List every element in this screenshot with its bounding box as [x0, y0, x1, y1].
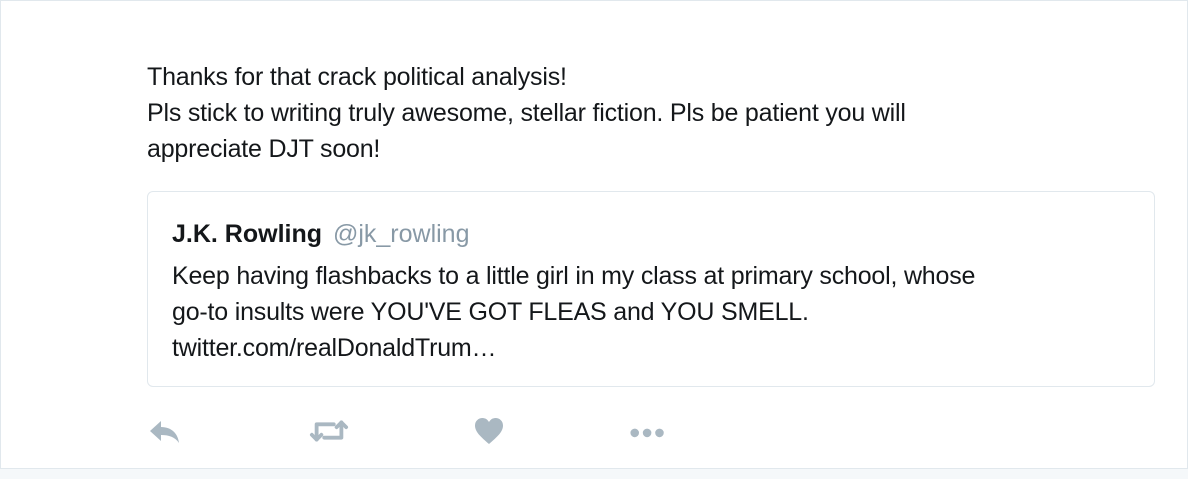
quoted-tweet[interactable]: J.K. Rowling @jk_rowling Keep having fla…	[147, 191, 1155, 387]
tweet-card: Thanks for that crack political analysis…	[0, 0, 1188, 469]
quoted-author-handle[interactable]: @jk_rowling	[333, 220, 470, 248]
retweet-button[interactable]	[309, 413, 349, 449]
tweet-text: Thanks for that crack political analysis…	[147, 59, 1107, 167]
quoted-text-line: go-to insults were YOU'VE GOT FLEAS and …	[172, 298, 809, 326]
tweet-text-line: Pls stick to writing truly awesome, stel…	[147, 99, 906, 127]
reply-icon	[150, 421, 179, 443]
quoted-author-name[interactable]: J.K. Rowling	[172, 220, 322, 248]
reply-button[interactable]	[147, 413, 187, 449]
like-button[interactable]	[473, 413, 513, 449]
retweet-icon	[309, 420, 349, 442]
card-divider	[0, 468, 1188, 479]
tweet-text-line: appreciate DJT soon!	[147, 135, 381, 163]
more-icon	[630, 428, 664, 438]
quoted-tweet-text: Keep having flashbacks to a little girl …	[172, 258, 1132, 366]
like-icon	[475, 418, 503, 444]
tweet-actions	[147, 413, 747, 449]
quoted-text-line: Keep having flashbacks to a little girl …	[172, 262, 976, 290]
quoted-link[interactable]: twitter.com/realDonaldTrum…	[172, 330, 1132, 366]
quoted-tweet-header: J.K. Rowling @jk_rowling	[172, 218, 470, 250]
more-button[interactable]	[629, 413, 669, 449]
tweet-text-line: Thanks for that crack political analysis…	[147, 63, 567, 91]
